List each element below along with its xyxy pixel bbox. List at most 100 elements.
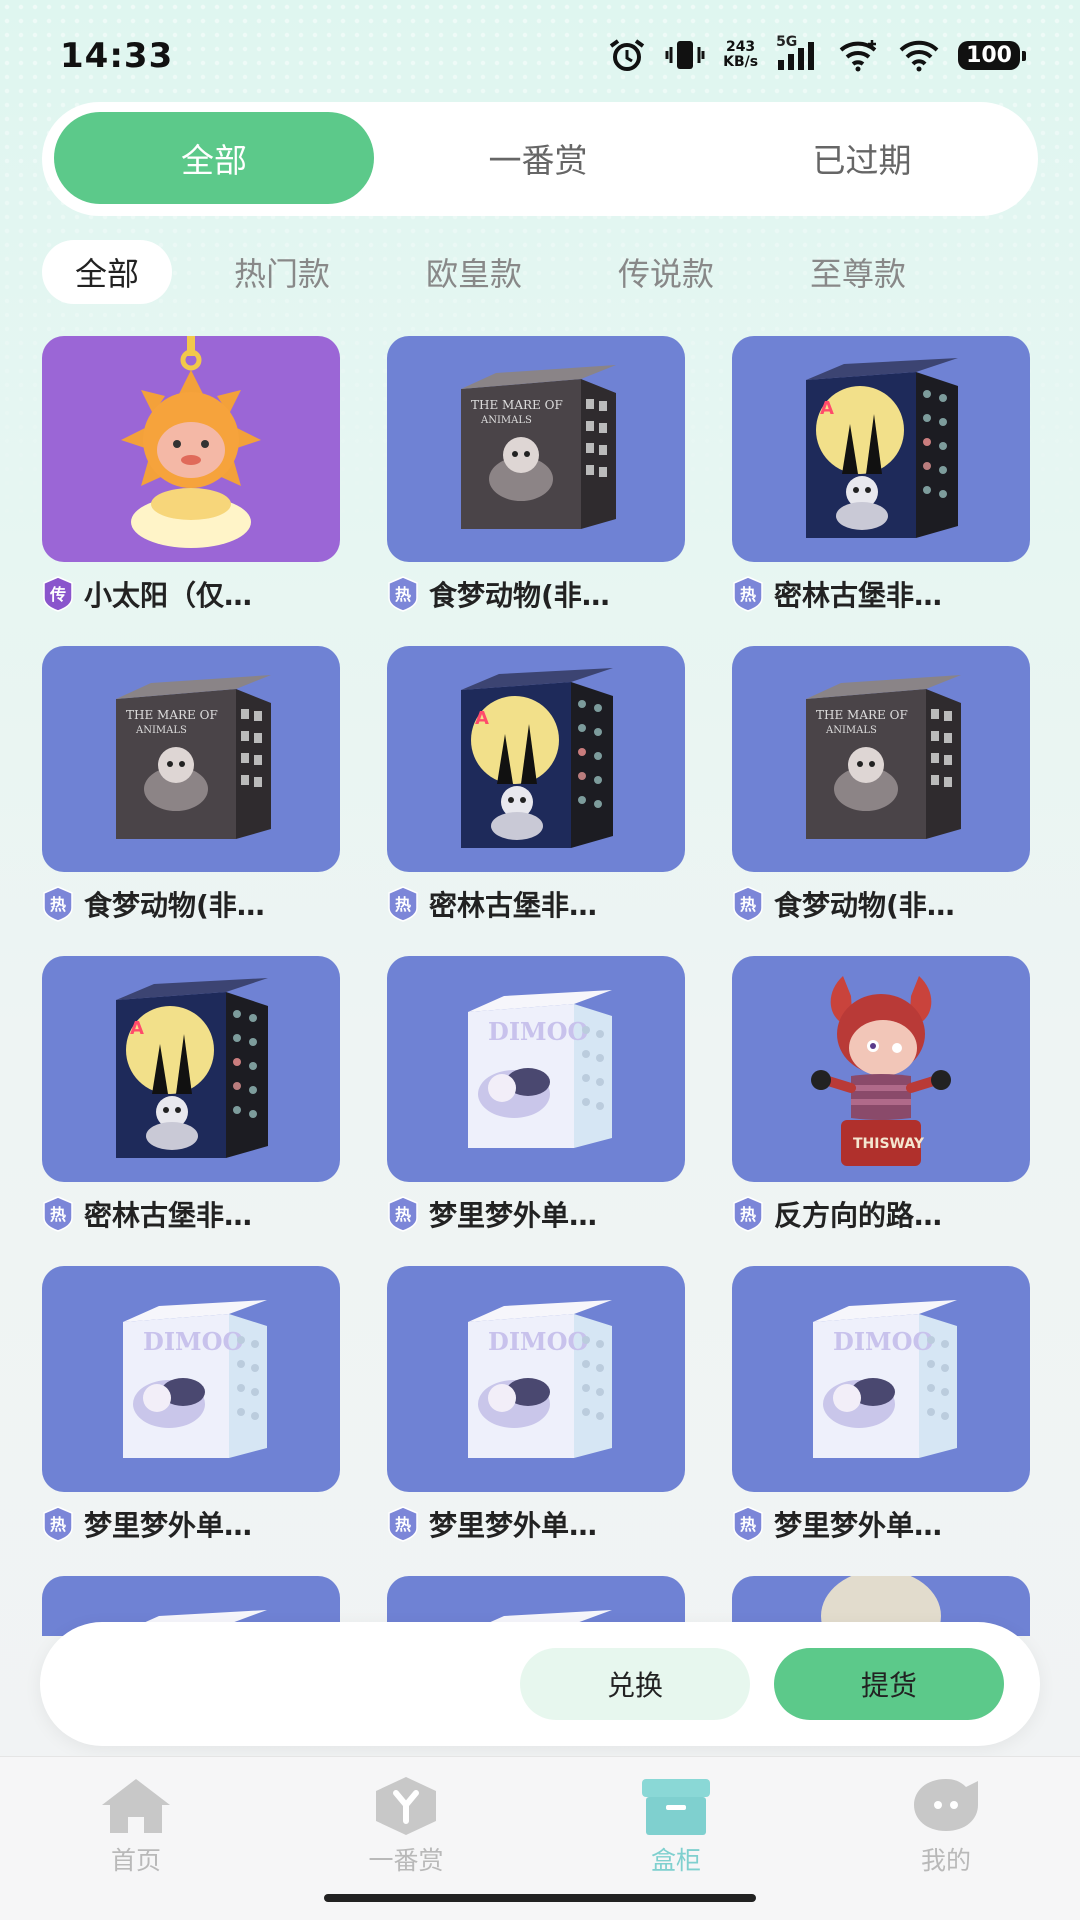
svg-text:热: 热 bbox=[395, 895, 411, 914]
svg-text:热: 热 bbox=[50, 1205, 66, 1224]
svg-text:THISWAY: THISWAY bbox=[853, 1136, 925, 1152]
item-caption: 热密林古堡非… bbox=[732, 574, 1030, 614]
main-tab-switcher: 全部 一番赏 已过期 bbox=[42, 102, 1038, 216]
network-speed-value: 243 bbox=[725, 39, 756, 55]
wifi-calling-icon bbox=[838, 38, 880, 72]
item-card[interactable]: A 热密林古堡非… bbox=[387, 646, 685, 924]
filter-lucky[interactable]: 欧皇款 bbox=[414, 240, 534, 304]
item-image: A bbox=[732, 336, 1030, 562]
item-title: 梦里梦外单… bbox=[774, 1509, 943, 1542]
svg-text:热: 热 bbox=[740, 1205, 756, 1224]
item-title: 梦里梦外单… bbox=[429, 1199, 598, 1232]
tab-bar-mine[interactable]: 我的 bbox=[866, 1775, 1026, 1877]
hot-badge-icon: 热 bbox=[732, 576, 764, 612]
item-title: 小太阳（仅… bbox=[84, 579, 253, 612]
svg-text:ANIMALS: ANIMALS bbox=[825, 725, 877, 736]
hot-badge-icon: 热 bbox=[387, 1196, 419, 1232]
network-speed-unit: KB/s bbox=[723, 54, 759, 70]
tab-bar-home[interactable]: 首页 bbox=[56, 1775, 216, 1877]
item-caption: 热密林古堡非… bbox=[387, 884, 685, 924]
item-caption: 热食梦动物(非… bbox=[387, 574, 685, 614]
filter-all[interactable]: 全部 bbox=[42, 240, 172, 304]
item-image: A bbox=[42, 956, 340, 1182]
item-image: THE MARE OF ANIMALS bbox=[387, 336, 685, 562]
item-image: THE MARE OF ANIMALS bbox=[42, 646, 340, 872]
svg-text:A: A bbox=[130, 1018, 144, 1039]
svg-text:ANIMALS: ANIMALS bbox=[135, 725, 187, 736]
item-title: 梦里梦外单… bbox=[429, 1509, 598, 1542]
item-title: 密林古堡非… bbox=[774, 579, 943, 612]
item-grid: 传小太阳（仅… THE MARE OF ANIMALS 热食梦动物(非… A 热密林古堡非… bbox=[0, 336, 1080, 1636]
item-title: 食梦动物(非… bbox=[84, 889, 265, 922]
item-card[interactable]: A 热密林古堡非… bbox=[42, 956, 340, 1234]
hot-badge-icon: 热 bbox=[732, 1196, 764, 1232]
svg-text:THE MARE OF: THE MARE OF bbox=[816, 708, 908, 722]
alarm-icon bbox=[607, 38, 647, 72]
tab-bar-ichiban-label: 一番赏 bbox=[368, 1846, 444, 1875]
home-indicator bbox=[324, 1894, 756, 1902]
item-card[interactable]: THE MARE OF ANIMALS 热食梦动物(非… bbox=[732, 646, 1030, 924]
filter-supreme[interactable]: 至尊款 bbox=[798, 240, 918, 304]
tab-bar-home-label: 首页 bbox=[110, 1846, 161, 1875]
item-caption: 传小太阳（仅… bbox=[42, 574, 340, 614]
svg-text:DIMOO: DIMOO bbox=[833, 1327, 933, 1356]
tab-bar-cabinet[interactable]: 盒柜 bbox=[596, 1775, 756, 1877]
tab-bar-mine-label: 我的 bbox=[920, 1846, 971, 1875]
item-card[interactable]: 传小太阳（仅… bbox=[42, 336, 340, 614]
hot-badge-icon: 热 bbox=[732, 1506, 764, 1542]
item-card[interactable]: THISWAY 热反方向的路… bbox=[732, 956, 1030, 1234]
item-image: A bbox=[387, 646, 685, 872]
item-title: 梦里梦外单… bbox=[84, 1509, 253, 1542]
item-caption: 热密林古堡非… bbox=[42, 1194, 340, 1234]
item-title: 密林古堡非… bbox=[429, 889, 598, 922]
tab-ichiban[interactable]: 一番赏 bbox=[378, 112, 698, 204]
item-title: 食梦动物(非… bbox=[429, 579, 610, 612]
item-image: THISWAY bbox=[732, 956, 1030, 1182]
svg-text:热: 热 bbox=[50, 895, 66, 914]
svg-text:热: 热 bbox=[395, 585, 411, 604]
item-card[interactable]: THE MARE OF ANIMALS 热食梦动物(非… bbox=[387, 336, 685, 614]
hot-badge-icon: 热 bbox=[42, 1196, 74, 1232]
tab-bar-ichiban[interactable]: 一番赏 bbox=[326, 1775, 486, 1877]
status-time: 14:33 bbox=[60, 36, 174, 76]
chat-face-icon bbox=[914, 1779, 978, 1831]
item-card[interactable]: A 热密林古堡非… bbox=[732, 336, 1030, 614]
item-caption: 热食梦动物(非… bbox=[42, 884, 340, 924]
status-bar: 14:33 243 KB/s 5G 100 bbox=[0, 0, 1080, 110]
filter-legend[interactable]: 传说款 bbox=[606, 240, 726, 304]
tab-bar-cabinet-label: 盒柜 bbox=[650, 1846, 701, 1875]
item-card[interactable]: THE MARE OF ANIMALS 热食梦动物(非… bbox=[42, 646, 340, 924]
network-type-label: 5G bbox=[776, 34, 798, 50]
item-card[interactable]: DIMOO 热梦里梦外单… bbox=[42, 1266, 340, 1544]
item-caption: 热反方向的路… bbox=[732, 1194, 1030, 1234]
exchange-button[interactable]: 兑换 bbox=[520, 1648, 750, 1720]
cube-y-icon bbox=[376, 1777, 436, 1835]
item-caption: 热梦里梦外单… bbox=[732, 1504, 1030, 1544]
item-caption: 热梦里梦外单… bbox=[387, 1194, 685, 1234]
svg-text:热: 热 bbox=[740, 895, 756, 914]
home-icon bbox=[102, 1779, 170, 1833]
item-title: 密林古堡非… bbox=[84, 1199, 253, 1232]
item-card[interactable]: DIMOO 热梦里梦外单… bbox=[387, 956, 685, 1234]
item-image: DIMOO bbox=[732, 1266, 1030, 1492]
filter-hot[interactable]: 热门款 bbox=[222, 240, 342, 304]
svg-text:热: 热 bbox=[395, 1515, 411, 1534]
tab-all[interactable]: 全部 bbox=[54, 112, 374, 204]
battery-indicator: 100 bbox=[958, 40, 1026, 70]
tab-expired[interactable]: 已过期 bbox=[702, 112, 1022, 204]
svg-text:THE MARE OF: THE MARE OF bbox=[126, 708, 218, 722]
svg-text:THE MARE OF: THE MARE OF bbox=[471, 398, 563, 412]
hot-badge-icon: 热 bbox=[42, 1506, 74, 1542]
action-panel: 兑换 提货 bbox=[40, 1622, 1040, 1746]
hot-badge-icon: 热 bbox=[387, 576, 419, 612]
item-card[interactable]: DIMOO 热梦里梦外单… bbox=[732, 1266, 1030, 1544]
rarity-filter-bar: 全部 热门款 欧皇款 传说款 至尊款 bbox=[42, 240, 1042, 304]
svg-text:热: 热 bbox=[740, 585, 756, 604]
vibrate-icon bbox=[665, 38, 705, 72]
item-image: DIMOO bbox=[42, 1266, 340, 1492]
pickup-button[interactable]: 提货 bbox=[774, 1648, 1004, 1720]
item-card[interactable]: DIMOO 热梦里梦外单… bbox=[387, 1266, 685, 1544]
svg-text:A: A bbox=[475, 708, 489, 729]
legend-badge-icon: 传 bbox=[42, 576, 74, 612]
item-title: 反方向的路… bbox=[774, 1199, 943, 1232]
